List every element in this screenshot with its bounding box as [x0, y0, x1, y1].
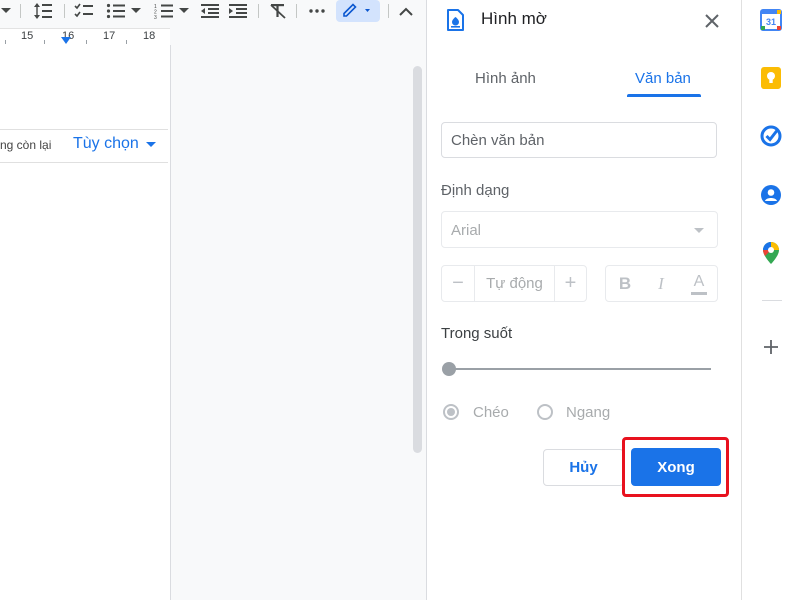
- increase-size-button[interactable]: +: [555, 266, 586, 301]
- caret-down-icon: [694, 228, 704, 233]
- edit-mode-icon[interactable]: [336, 0, 380, 22]
- document-background: [171, 45, 426, 600]
- keep-icon[interactable]: [759, 66, 783, 90]
- close-icon[interactable]: [700, 9, 724, 33]
- font-select[interactable]: [441, 211, 718, 248]
- opacity-slider-track[interactable]: [447, 368, 711, 370]
- calendar-icon[interactable]: 31: [759, 8, 783, 32]
- color-swatch: [691, 291, 707, 295]
- font-size-value[interactable]: Tự động: [475, 266, 554, 301]
- horizontal-radio[interactable]: [537, 404, 553, 420]
- clear-formatting-icon[interactable]: [266, 0, 290, 22]
- opacity-slider-handle[interactable]: [442, 362, 456, 376]
- options-dropdown[interactable]: Tùy chọn: [73, 135, 156, 153]
- indent-marker-icon[interactable]: [61, 37, 71, 44]
- radio-selected-dot: [447, 408, 455, 416]
- opacity-label: Trong suốt: [441, 325, 513, 342]
- toolbar: 123: [0, 0, 426, 28]
- bold-button[interactable]: B: [612, 266, 638, 301]
- watermark-icon: [443, 8, 467, 37]
- divider: [0, 162, 168, 163]
- diagonal-label: Chéo: [473, 404, 509, 421]
- svg-text:3: 3: [154, 15, 157, 19]
- maps-icon[interactable]: [759, 241, 783, 265]
- highlight-box: [622, 437, 729, 497]
- add-icon[interactable]: [759, 335, 783, 359]
- watermark-text-input[interactable]: [441, 122, 717, 158]
- text-color-button[interactable]: A: [686, 266, 712, 301]
- chevron-down-icon[interactable]: [178, 0, 190, 22]
- divider: [0, 129, 168, 130]
- cancel-button[interactable]: Hủy: [543, 449, 624, 486]
- active-tab-indicator: [627, 94, 701, 97]
- tab-text[interactable]: Văn bản: [635, 70, 691, 87]
- more-icon[interactable]: [304, 0, 330, 22]
- panel-title: Hình mờ: [481, 9, 547, 28]
- remaining-text: ng còn lại: [0, 138, 52, 152]
- options-label: Tùy chọn: [73, 135, 139, 152]
- italic-button[interactable]: I: [648, 266, 674, 301]
- calendar-day: 31: [766, 17, 776, 27]
- font-value: Arial: [451, 222, 482, 239]
- collapse-icon[interactable]: [394, 0, 418, 22]
- tasks-icon[interactable]: [759, 124, 783, 148]
- numbered-list-icon[interactable]: 123: [152, 0, 176, 22]
- ruler-label: 17: [103, 30, 116, 42]
- chevron-down-icon[interactable]: [0, 0, 12, 22]
- ruler-label: 18: [143, 30, 156, 42]
- horizontal-label: Ngang: [566, 404, 611, 421]
- ruler-label: 15: [21, 30, 34, 42]
- increase-indent-icon[interactable]: [226, 0, 250, 22]
- checklist-icon[interactable]: [72, 0, 96, 22]
- decrease-indent-icon[interactable]: [198, 0, 222, 22]
- chevron-down-icon[interactable]: [130, 0, 142, 22]
- decrease-size-button[interactable]: −: [442, 266, 474, 301]
- contacts-icon[interactable]: [759, 183, 783, 207]
- text-color-icon: A: [693, 272, 705, 290]
- bulleted-list-icon[interactable]: [104, 0, 128, 22]
- caret-down-icon: [145, 141, 156, 147]
- scrollbar-thumb[interactable]: [413, 66, 422, 453]
- tab-image[interactable]: Hình ảnh: [475, 70, 536, 87]
- ruler: 15 16 17 18: [0, 28, 170, 46]
- rail-divider: [762, 300, 782, 301]
- line-spacing-icon[interactable]: [30, 0, 56, 22]
- format-label: Định dạng: [441, 182, 510, 199]
